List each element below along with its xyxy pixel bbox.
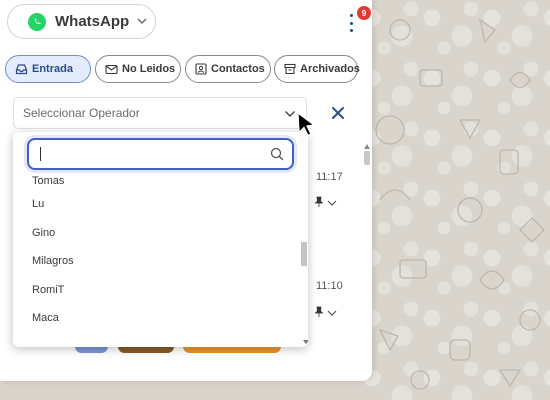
scrollbar-up-arrow[interactable]	[364, 144, 370, 149]
whatsapp-icon	[28, 12, 46, 31]
chevron-down-icon	[285, 111, 295, 117]
close-icon[interactable]	[331, 106, 345, 120]
mouse-cursor-icon	[297, 111, 316, 137]
text-caret	[40, 147, 41, 161]
operator-option[interactable]: Tomas	[13, 175, 300, 190]
operator-option[interactable]: RomiT	[13, 276, 300, 305]
operator-options-list: Tomas Lu Gino Milagros RomiT Maca	[13, 175, 300, 347]
tab-no-leidos[interactable]: No Leidos	[95, 55, 181, 83]
app-name-label: WhatsApp	[55, 13, 130, 30]
tab-archivados-label: Archivados	[300, 63, 360, 75]
operator-select-placeholder: Seleccionar Operador	[23, 106, 140, 120]
scrollbar-down-arrow[interactable]	[303, 340, 308, 344]
tab-contactos-label: Contactos	[211, 63, 265, 75]
dropdown-scrollbar[interactable]	[300, 175, 308, 347]
inbox-icon	[15, 63, 28, 75]
operator-option[interactable]: Lu	[13, 190, 300, 219]
operator-search-input[interactable]	[27, 138, 294, 170]
message-time: 11:10	[316, 280, 343, 292]
chevron-down-icon	[137, 18, 147, 24]
tab-no-leidos-label: No Leidos	[122, 63, 176, 75]
message-time: 11:17	[316, 171, 343, 183]
operator-select[interactable]: Seleccionar Operador	[13, 97, 307, 129]
chevron-down-icon[interactable]	[327, 199, 337, 207]
chevron-down-icon[interactable]	[327, 309, 337, 317]
contact-card-icon	[195, 63, 207, 75]
tab-entrada-label: Entrada	[32, 63, 73, 75]
more-options-icon[interactable]	[344, 14, 358, 32]
envelope-icon	[105, 64, 118, 75]
operator-option[interactable]: Maca	[13, 304, 300, 333]
archive-icon	[284, 63, 296, 75]
pin-icon	[314, 306, 324, 317]
chat-wallpaper	[360, 0, 550, 400]
tab-contactos[interactable]: Contactos	[185, 55, 271, 83]
tab-archivados[interactable]: Archivados	[274, 55, 360, 83]
search-icon	[270, 147, 284, 161]
notification-badge: 9	[357, 6, 371, 20]
operator-option[interactable]: Gino	[13, 219, 300, 248]
pin-icon	[314, 196, 324, 207]
list-scrollbar-thumb[interactable]	[364, 151, 370, 165]
tab-entrada[interactable]: Entrada	[5, 55, 91, 83]
dropdown-scrollbar-thumb[interactable]	[301, 242, 307, 266]
sidebar-panel: WhatsApp 9 Entrada No Leidos Contactos A…	[0, 0, 372, 381]
operator-dropdown: Tomas Lu Gino Milagros RomiT Maca	[13, 132, 308, 347]
app-switcher-button[interactable]: WhatsApp	[7, 4, 156, 39]
operator-option[interactable]: Milagros	[13, 247, 300, 276]
